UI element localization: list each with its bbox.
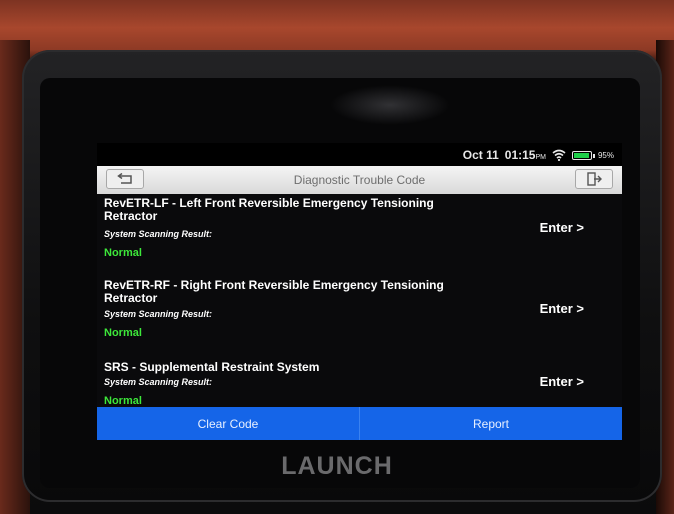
status-bar: Oct 11 01:15PM 95% — [97, 143, 622, 166]
scan-result-status: Normal — [104, 247, 142, 259]
app-screen: Oct 11 01:15PM 95% Diagnostic Trouble Co… — [97, 143, 622, 440]
report-button[interactable]: Report — [360, 407, 622, 440]
battery-level-fill — [573, 152, 590, 158]
enter-button[interactable]: Enter > — [540, 301, 584, 316]
system-name: RevETR-LF - Left Front Reversible Emerge… — [104, 196, 434, 223]
status-time: 01:15PM — [505, 148, 546, 162]
list-item[interactable]: RevETR-LF - Left Front Reversible Emerge… — [97, 194, 622, 274]
scan-result-status: Normal — [104, 327, 142, 339]
status-time-ampm: PM — [535, 154, 546, 161]
title-bar: Diagnostic Trouble Code — [97, 166, 622, 194]
system-name: SRS - Supplemental Restraint System — [104, 360, 320, 374]
action-bar: Clear Code Report — [97, 407, 622, 440]
scan-result-label: System Scanning Result: — [104, 229, 213, 239]
battery-icon — [571, 150, 595, 160]
status-indicators: Oct 11 01:15PM 95% — [463, 148, 614, 162]
system-list: RevETR-LF - Left Front Reversible Emerge… — [97, 194, 622, 408]
scan-result-label: System Scanning Result: — [104, 377, 213, 387]
brand-logo: LAUNCH — [281, 452, 393, 480]
wifi-icon — [552, 149, 566, 161]
scan-result-status: Normal — [104, 395, 142, 407]
battery-percent: 95% — [597, 150, 614, 160]
system-name: RevETR-RF - Right Front Reversible Emerg… — [104, 278, 444, 305]
screen-glare — [330, 85, 450, 125]
exit-icon — [587, 172, 602, 186]
exit-button[interactable] — [575, 169, 613, 189]
list-item[interactable]: RevETR-RF - Right Front Reversible Emerg… — [97, 274, 622, 354]
clear-code-button[interactable]: Clear Code — [97, 407, 360, 440]
scan-result-label: System Scanning Result: — [104, 309, 213, 319]
enter-button[interactable]: Enter > — [540, 220, 584, 235]
list-item[interactable]: SRS - Supplemental Restraint System Syst… — [97, 354, 622, 408]
status-date: Oct 11 — [462, 148, 499, 162]
page-title: Diagnostic Trouble Code — [293, 173, 426, 187]
enter-button[interactable]: Enter > — [540, 374, 584, 389]
status-time-value: 01:15 — [504, 148, 536, 162]
